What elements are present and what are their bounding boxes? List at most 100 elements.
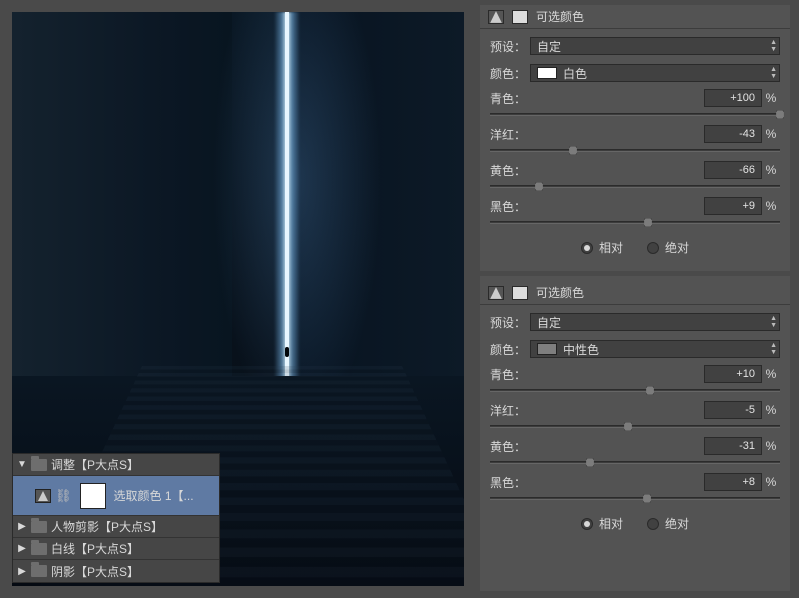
slider-value-input[interactable]: -31 (704, 437, 762, 455)
dropdown-arrows-icon: ▲▼ (770, 314, 777, 330)
slider-row: 黑色：+9% (490, 197, 780, 229)
selective-color-panel-1: 可选颜色 预设： 自定 ▲▼ 颜色： 白色 ▲▼ 青色：+100%洋红：-43%… (480, 5, 790, 266)
slider-track[interactable] (490, 421, 780, 433)
dropdown-arrows-icon: ▲▼ (770, 38, 777, 54)
slider-value-input[interactable]: +100 (704, 89, 762, 107)
slider-row: 黑色：+8% (490, 473, 780, 505)
layer-group-adjustments[interactable]: ▼ 调整【P大点S】 (13, 454, 219, 476)
color-dropdown[interactable]: 白色 ▲▼ (530, 64, 780, 82)
color-swatch (537, 343, 557, 355)
slider-track[interactable] (490, 109, 780, 121)
radio-label: 相对 (599, 239, 623, 256)
color-label: 颜色： (490, 65, 530, 82)
panel-title: 可选颜色 (536, 8, 584, 25)
layer-group-shadow[interactable]: ▶ 阴影【P大点S】 (13, 560, 219, 582)
radio-icon (647, 518, 659, 530)
slider-rail (490, 461, 780, 464)
radio-icon (581, 518, 593, 530)
selective-color-icon (488, 10, 504, 24)
method-relative-radio[interactable]: 相对 (581, 239, 623, 256)
radio-label: 绝对 (665, 515, 689, 532)
slider-value-input[interactable]: -43 (704, 125, 762, 143)
slider-label: 青色： (490, 90, 704, 107)
slider-rail (490, 389, 780, 392)
slider-label: 黑色： (490, 198, 704, 215)
slider-value-input[interactable]: +9 (704, 197, 762, 215)
folder-icon (31, 565, 47, 577)
layer-group-label: 阴影【P大点S】 (51, 563, 139, 580)
method-relative-radio[interactable]: 相对 (581, 515, 623, 532)
method-absolute-radio[interactable]: 绝对 (647, 239, 689, 256)
slider-rail (490, 221, 780, 224)
folder-icon (31, 543, 47, 555)
color-value: 白色 (563, 65, 587, 82)
slider-row: 洋红：-5% (490, 401, 780, 433)
selective-color-icon (35, 489, 51, 503)
disclosure-triangle-icon[interactable]: ▶ (17, 543, 27, 554)
slider-track[interactable] (490, 145, 780, 157)
slider-label: 黑色： (490, 474, 704, 491)
layer-group-whiteline[interactable]: ▶ 白线【P大点S】 (13, 538, 219, 560)
color-value: 中性色 (563, 341, 599, 358)
dropdown-arrows-icon: ▲▼ (770, 341, 777, 357)
layer-selective-color-1[interactable]: ⛓ 选取颜色 1【... (13, 476, 219, 516)
slider-track[interactable] (490, 181, 780, 193)
slider-row: 黄色：-31% (490, 437, 780, 469)
percent-label: % (762, 127, 780, 141)
preset-value: 自定 (537, 314, 561, 331)
slider-label: 黄色： (490, 438, 704, 455)
slider-rail (490, 425, 780, 428)
slider-label: 洋红： (490, 402, 704, 419)
percent-label: % (762, 163, 780, 177)
disclosure-triangle-icon[interactable]: ▶ (17, 566, 27, 577)
folder-icon (31, 521, 47, 533)
layers-panel: ▼ 调整【P大点S】 ⛓ 选取颜色 1【... ▶ 人物剪影【P大点S】 ▶ 白… (12, 453, 220, 583)
preset-value: 自定 (537, 38, 561, 55)
slider-rail (490, 113, 780, 116)
radio-icon (647, 242, 659, 254)
slider-label: 黄色： (490, 162, 704, 179)
percent-label: % (762, 475, 780, 489)
panel-title: 可选颜色 (536, 284, 584, 301)
disclosure-triangle-icon[interactable]: ▶ (17, 521, 27, 532)
slider-rail (490, 185, 780, 188)
layer-group-label: 调整【P大点S】 (51, 456, 139, 473)
layer-group-label: 白线【P大点S】 (51, 540, 139, 557)
slider-track[interactable] (490, 457, 780, 469)
slider-track[interactable] (490, 493, 780, 505)
preset-dropdown[interactable]: 自定 ▲▼ (530, 37, 780, 55)
slider-row: 洋红：-43% (490, 125, 780, 157)
preset-label: 预设： (490, 38, 530, 55)
method-absolute-radio[interactable]: 绝对 (647, 515, 689, 532)
percent-label: % (762, 199, 780, 213)
radio-icon (581, 242, 593, 254)
preset-dropdown[interactable]: 自定 ▲▼ (530, 313, 780, 331)
link-icon[interactable]: ⛓ (55, 488, 72, 504)
slider-track[interactable] (490, 385, 780, 397)
color-dropdown[interactable]: 中性色 ▲▼ (530, 340, 780, 358)
percent-label: % (762, 439, 780, 453)
slider-value-input[interactable]: -5 (704, 401, 762, 419)
artwork-light-core (285, 12, 289, 382)
layer-label: 选取颜色 1【... (114, 487, 194, 504)
radio-label: 相对 (599, 515, 623, 532)
slider-row: 青色：+100% (490, 89, 780, 121)
slider-value-input[interactable]: -66 (704, 161, 762, 179)
slider-value-input[interactable]: +8 (704, 473, 762, 491)
disclosure-triangle-icon[interactable]: ▼ (17, 459, 27, 470)
dropdown-arrows-icon: ▲▼ (770, 65, 777, 81)
slider-label: 洋红： (490, 126, 704, 143)
panel-header: 可选颜色 (480, 281, 790, 305)
mask-icon[interactable] (512, 10, 528, 24)
slider-track[interactable] (490, 217, 780, 229)
slider-value-input[interactable]: +10 (704, 365, 762, 383)
radio-label: 绝对 (665, 239, 689, 256)
layer-group-figure[interactable]: ▶ 人物剪影【P大点S】 (13, 516, 219, 538)
mask-icon[interactable] (512, 286, 528, 300)
color-label: 颜色： (490, 341, 530, 358)
panel-divider (480, 271, 790, 276)
properties-column: 可选颜色 预设： 自定 ▲▼ 颜色： 白色 ▲▼ 青色：+100%洋红：-43%… (480, 5, 790, 591)
layer-mask-thumb[interactable] (80, 483, 106, 509)
selective-color-icon (488, 286, 504, 300)
selective-color-panel-2: 可选颜色 预设： 自定 ▲▼ 颜色： 中性色 ▲▼ 青色：+10%洋红：-5%黄… (480, 281, 790, 542)
